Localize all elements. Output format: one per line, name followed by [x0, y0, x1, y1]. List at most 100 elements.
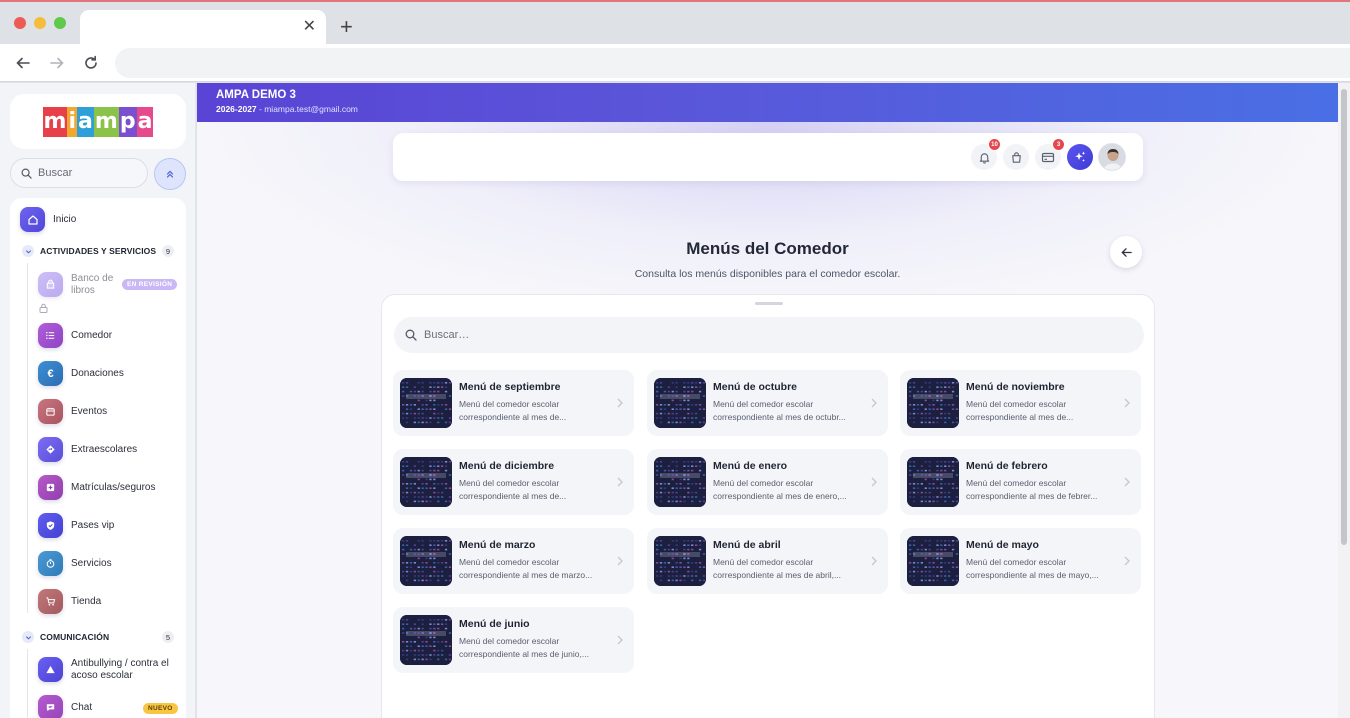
- menu-card[interactable]: Menú de noviembre Menú del comedor escola…: [900, 370, 1141, 436]
- diamond-arrow-icon: [38, 437, 63, 462]
- sidebar-item-donaciones[interactable]: € Donaciones: [38, 361, 124, 386]
- menu-card-desc-line: correspondiente al mes de marzo...: [459, 569, 593, 580]
- browser-tab[interactable]: ✕: [80, 10, 326, 46]
- reload-icon[interactable]: [80, 52, 102, 74]
- sidebar-item-inicio[interactable]: Inicio: [20, 207, 76, 232]
- back-button[interactable]: [1110, 236, 1142, 268]
- sidebar-item-label: Extraescolares: [71, 443, 138, 455]
- menu-card-desc-line: correspondiente al mes de...: [459, 490, 567, 501]
- chevron-right-icon: [870, 554, 878, 572]
- menu-card[interactable]: Menú de mayo Menú del comedor escolar corr…: [900, 528, 1141, 594]
- sidebar-item-matriculas-seguros[interactable]: Matrículas/seguros: [38, 475, 155, 500]
- logo-letter: i: [67, 106, 78, 137]
- cart-icon: [38, 589, 63, 614]
- sidebar-item-extraescolares[interactable]: Extraescolares: [38, 437, 137, 462]
- menu-card[interactable]: Menú de abril Menú del comedor escolar cor…: [647, 528, 888, 594]
- euro-icon: €: [38, 361, 63, 386]
- menu-card-desc-line: correspondiente al mes de junio,...: [459, 648, 589, 659]
- menu-card[interactable]: Menú de marzo Menú del comedor escolar cor…: [393, 528, 634, 594]
- credit-card-icon: [1041, 152, 1055, 162]
- menu-card-description: Menú del comedor escolar correspondiente …: [966, 556, 1116, 581]
- page-subtitle: Consulta los menús disponibles para el c…: [634, 268, 901, 280]
- chevron-right-icon: [616, 554, 624, 572]
- chat-icon: [38, 695, 63, 718]
- drag-handle[interactable]: [755, 302, 783, 305]
- payments-button[interactable]: 3: [1035, 138, 1065, 170]
- chevron-right-icon: [870, 396, 878, 414]
- header-toolbar: 10 3: [393, 133, 1143, 181]
- back-arrow-icon[interactable]: [12, 52, 34, 74]
- menu-card[interactable]: Menú de enero Menú del comedor escolar cor…: [647, 449, 888, 515]
- menu-card-description: Menú del comedor escolar correspondiente …: [459, 398, 609, 423]
- org-name: AMPA DEMO 3: [216, 89, 296, 101]
- menu-card-desc-line: Menú del comedor escolar: [713, 557, 814, 567]
- sidebar-item-label: Comedor: [71, 329, 113, 341]
- menu-thumbnail: [400, 457, 452, 507]
- sidebar-item-label: Chat: [71, 701, 93, 713]
- org-subtitle: 2026-2027 - miampa.test@gmail.com: [216, 104, 358, 114]
- sidebar: miampa Buscar Inicio ACTIVIDADES Y SERVI…: [0, 83, 196, 718]
- menu-card[interactable]: Menú de octubre Menú del comedor escolar c…: [647, 370, 888, 436]
- menu-card[interactable]: Menú de junio Menú del comedor escolar cor…: [393, 607, 634, 673]
- window-minimize-dot[interactable]: [34, 17, 46, 29]
- sidebar-item-antibullying[interactable]: Antibullying / contra el acoso escolar: [38, 657, 171, 682]
- menu-thumbnail: [654, 378, 706, 428]
- menu-card-title: Menú de febrero: [966, 460, 1048, 472]
- section-comunicacion[interactable]: COMUNICACIÓN 5: [22, 631, 178, 643]
- list-icon: [38, 323, 63, 348]
- double-chevron-up-icon: [166, 170, 174, 178]
- menu-card-desc-line: Menú del comedor escolar: [966, 399, 1067, 409]
- menu-thumbnail: [400, 378, 452, 428]
- sidebar-item-servicios[interactable]: Servicios: [38, 551, 112, 576]
- status-badge-nuevo: NUEVO: [143, 703, 178, 714]
- chevron-right-icon: [616, 633, 624, 651]
- notifications-button[interactable]: 10: [971, 138, 1001, 170]
- home-icon: [20, 207, 45, 232]
- logo-card[interactable]: miampa: [10, 94, 186, 149]
- school-year: 2026-2027: [216, 104, 257, 114]
- page-scrollbar[interactable]: [1338, 83, 1350, 718]
- sidebar-item-comedor[interactable]: Comedor: [38, 323, 112, 348]
- collapse-sections-button[interactable]: [154, 158, 186, 190]
- menu-search-placeholder: Buscar…: [424, 329, 470, 341]
- menu-card-title: Menú de octubre: [713, 381, 798, 393]
- tab-close-icon[interactable]: ✕: [303, 19, 316, 35]
- sidebar-item-label: Inicio: [53, 213, 77, 225]
- search-icon: [405, 329, 417, 341]
- menu-card-desc-line: Menú del comedor escolar: [713, 478, 814, 488]
- sidebar-item-eventos[interactable]: Eventos: [38, 399, 107, 424]
- bell-icon: [979, 152, 989, 164]
- menu-card[interactable]: Menú de septiembre Menú del comedor escol…: [393, 370, 634, 436]
- org-topbar: AMPA DEMO 3 2026-2027 - miampa.test@gmai…: [197, 83, 1338, 122]
- sidebar-search-input[interactable]: Buscar: [10, 158, 148, 188]
- menu-card[interactable]: Menú de diciembre Menú del comedor escola…: [393, 449, 634, 515]
- chevron-down-icon: [22, 631, 34, 643]
- sidebar-item-pases-vip[interactable]: Pases vip: [38, 513, 114, 538]
- menu-card-description: Menú del comedor escolar correspondiente …: [713, 477, 863, 502]
- shop-bag-button[interactable]: [1003, 144, 1029, 170]
- sidebar-item-chat[interactable]: Chat: [38, 695, 92, 718]
- user-avatar[interactable]: [1098, 143, 1126, 171]
- menu-thumbnail: [400, 536, 452, 586]
- scrollbar-thumb[interactable]: [1341, 89, 1347, 545]
- menu-card[interactable]: Menú de febrero Menú del comedor escolar c…: [900, 449, 1141, 515]
- section-actividades-servicios[interactable]: ACTIVIDADES Y SERVICIOS 9: [22, 245, 178, 257]
- menu-card-description: Menú del comedor escolar correspondiente …: [459, 477, 609, 502]
- sidebar-item-banco-de-libros[interactable]: Banco de libros: [38, 272, 119, 297]
- window-close-dot[interactable]: [14, 17, 26, 29]
- menu-search-input[interactable]: Buscar…: [394, 317, 1144, 353]
- chevron-right-icon: [1123, 554, 1131, 572]
- window-maximize-dot[interactable]: [54, 17, 66, 29]
- menu-card-desc-line: correspondiente al mes de octubr...: [713, 411, 846, 422]
- sidebar-search-placeholder: Buscar: [38, 167, 73, 179]
- menu-card-title: Menú de enero: [713, 460, 788, 472]
- forward-arrow-icon[interactable]: [46, 52, 68, 74]
- sidebar-item-tienda[interactable]: Tienda: [38, 589, 101, 614]
- new-tab-icon[interactable]: +: [340, 16, 353, 38]
- calendar-icon: [38, 399, 63, 424]
- shopping-bag-icon: [1011, 151, 1021, 163]
- menu-card-desc-line: Menú del comedor escolar: [713, 399, 814, 409]
- address-bar[interactable]: [115, 48, 1350, 78]
- logo-letter: m: [93, 106, 119, 137]
- ai-assistant-button[interactable]: [1067, 144, 1093, 170]
